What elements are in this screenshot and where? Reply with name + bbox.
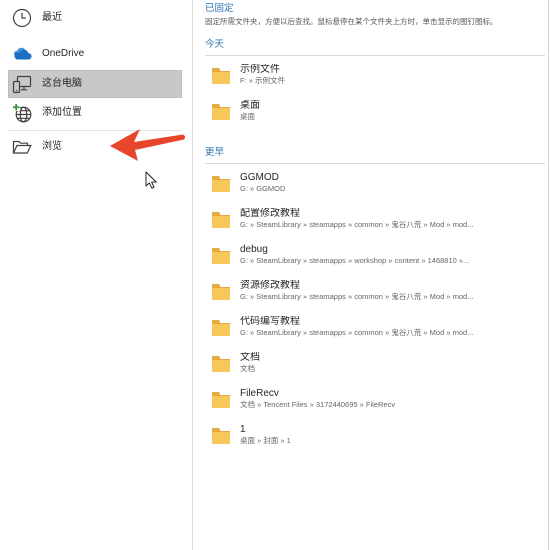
folder-name: GGMOD bbox=[240, 172, 279, 183]
folder-item-config-tutorial[interactable]: 配置修改教程 G: » SteamLibrary » steamapps » c… bbox=[193, 203, 548, 239]
folder-icon bbox=[212, 320, 230, 336]
folder-item-documents[interactable]: 文档 文档 bbox=[193, 347, 548, 383]
folder-icon bbox=[212, 68, 230, 84]
folder-item-debug[interactable]: debug G: » SteamLibrary » steamapps » wo… bbox=[193, 239, 548, 275]
folder-item-sample-files[interactable]: 示例文件 F: » 示例文件 bbox=[193, 59, 548, 95]
folder-path: 文档 » Tencent Files » 3172440695 » FileRe… bbox=[240, 400, 396, 409]
onedrive-cloud-icon bbox=[12, 44, 32, 64]
folder-path: G: » SteamLibrary » steamapps » common »… bbox=[240, 328, 474, 337]
folder-icon bbox=[212, 248, 230, 264]
nav-item-this-pc[interactable]: 这台电脑 bbox=[8, 70, 182, 98]
group-earlier: 更早 GGMOD G: » GGMOD 配置修改教程 G: » SteamLib… bbox=[193, 147, 548, 455]
folder-name: 资源修改教程 bbox=[240, 280, 300, 291]
folder-name: 桌面 bbox=[240, 100, 260, 111]
folder-icon bbox=[212, 428, 230, 444]
folder-path: 文档 bbox=[240, 364, 255, 373]
folder-icon bbox=[212, 176, 230, 192]
nav-item-label: 最近 bbox=[42, 12, 62, 23]
nav-item-add-place[interactable]: 添加位置 bbox=[8, 99, 182, 127]
group-today: 今天 示例文件 F: » 示例文件 桌面 桌面 bbox=[193, 39, 548, 131]
folder-icon bbox=[212, 284, 230, 300]
nav-item-browse[interactable]: 浏览 bbox=[8, 133, 182, 161]
nav-separator bbox=[8, 130, 182, 131]
folder-item-ggmod[interactable]: GGMOD G: » GGMOD bbox=[193, 167, 548, 203]
group-divider bbox=[205, 163, 545, 164]
add-place-globe-icon bbox=[12, 103, 32, 123]
folder-icon bbox=[212, 356, 230, 372]
folder-path: G: » SteamLibrary » steamapps » common »… bbox=[240, 220, 474, 229]
group-heading-today: 今天 bbox=[205, 39, 225, 50]
clock-icon bbox=[12, 8, 32, 28]
nav-item-label: 添加位置 bbox=[42, 107, 82, 118]
folder-icon bbox=[212, 392, 230, 408]
recent-folders-pane: 已固定 固定所需文件夹，方便以后查找。鼠标悬停在某个文件夹上方时，单击显示的图钉… bbox=[193, 0, 548, 550]
folder-item-filerecv[interactable]: FileRecv 文档 » Tencent Files » 3172440695… bbox=[193, 383, 548, 419]
open-folder-icon bbox=[12, 137, 32, 157]
group-divider bbox=[205, 55, 545, 56]
nav-item-label: 这台电脑 bbox=[42, 78, 82, 89]
nav-item-onedrive[interactable]: OneDrive bbox=[8, 40, 182, 68]
folder-path: F: » 示例文件 bbox=[240, 76, 286, 85]
folder-name: debug bbox=[240, 244, 268, 255]
nav-item-recent[interactable]: 最近 bbox=[8, 4, 182, 32]
folder-path: 桌面 » 封面 » 1 bbox=[240, 436, 291, 445]
folder-path: 桌面 bbox=[240, 112, 255, 121]
pinned-hint: 固定所需文件夹，方便以后查找。鼠标悬停在某个文件夹上方时，单击显示的图钉图标。 bbox=[205, 17, 498, 26]
folder-item-resource-tutorial[interactable]: 资源修改教程 G: » SteamLibrary » steamapps » c… bbox=[193, 275, 548, 311]
folder-path: G: » SteamLibrary » steamapps » common »… bbox=[240, 292, 474, 301]
folder-item-desktop[interactable]: 桌面 桌面 bbox=[193, 95, 548, 131]
folder-name: 代码编写教程 bbox=[240, 316, 300, 327]
folder-item-code-tutorial[interactable]: 代码编写教程 G: » SteamLibrary » steamapps » c… bbox=[193, 311, 548, 347]
nav-item-label: OneDrive bbox=[42, 48, 85, 59]
pinned-heading: 已固定 bbox=[205, 3, 234, 14]
folder-name: FileRecv bbox=[240, 388, 279, 399]
backstage-nav: 最近 OneDrive 这台电脑 添加位置 浏览 bbox=[0, 0, 192, 550]
folder-icon bbox=[212, 212, 230, 228]
nav-item-label: 浏览 bbox=[42, 141, 62, 152]
folder-path: G: » SteamLibrary » steamapps » workshop… bbox=[240, 256, 470, 265]
folder-path: G: » GGMOD bbox=[240, 184, 286, 193]
folder-name: 文档 bbox=[240, 352, 260, 363]
group-heading-earlier: 更早 bbox=[205, 147, 225, 158]
this-pc-icon bbox=[12, 74, 32, 94]
window-edge bbox=[548, 0, 549, 550]
folder-name: 1 bbox=[240, 424, 246, 435]
folder-name: 配置修改教程 bbox=[240, 208, 300, 219]
folder-name: 示例文件 bbox=[240, 64, 280, 75]
folder-item-1[interactable]: 1 桌面 » 封面 » 1 bbox=[193, 419, 548, 455]
folder-icon bbox=[212, 104, 230, 120]
